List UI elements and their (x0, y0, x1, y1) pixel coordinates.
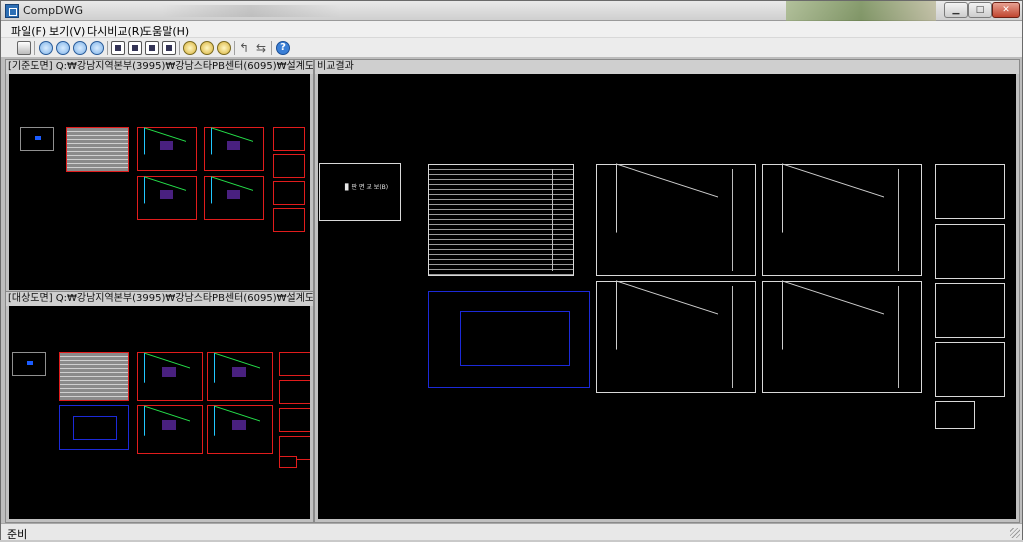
title-block (732, 169, 753, 271)
result-plan-sheet (762, 164, 922, 276)
detail-sheet (279, 408, 310, 432)
cover-mark (35, 136, 41, 140)
find-icon[interactable] (183, 41, 197, 55)
title-block (552, 169, 571, 271)
status-bar: 준비 (1, 523, 1022, 541)
cover-sheet (20, 127, 54, 151)
page-2-icon[interactable] (128, 41, 142, 55)
toolbar-separator (271, 41, 272, 55)
layout-icon[interactable] (162, 41, 176, 55)
zoom-out-icon[interactable] (56, 41, 70, 55)
comparison-result-panel: 비교결과 ▊ 판 면 교 보(B) (314, 59, 1020, 523)
plan-sheet (207, 352, 273, 401)
toolbar-separator (34, 41, 35, 55)
result-plan-sheet (596, 281, 756, 393)
menu-view[interactable]: 보기(V) (49, 23, 85, 39)
sync-icon[interactable]: ⇆ (254, 41, 268, 55)
zoom-extents-icon[interactable] (90, 41, 104, 55)
print-icon[interactable] (17, 41, 31, 55)
result-detail-sheet (935, 283, 1005, 338)
title-block (898, 286, 919, 388)
title-bar[interactable]: CompDWG ▁ □ ✕ (1, 1, 1022, 21)
help-icon[interactable]: ? (276, 41, 290, 55)
compdwg-app-icon[interactable] (5, 4, 19, 18)
result-missing-sheet (428, 291, 590, 388)
result-missing-sheet-inner (460, 311, 570, 366)
close-button[interactable]: ✕ (992, 2, 1020, 18)
plan-sheet (207, 405, 273, 454)
plan-sheet (137, 405, 203, 454)
undo-icon[interactable]: ↰ (237, 41, 251, 55)
result-cover-sheet: ▊ 판 면 교 보(B) (319, 163, 401, 221)
target-drawing-canvas[interactable] (9, 306, 310, 519)
app-window: CompDWG ▁ □ ✕ 파일(F) 보기(V) 다시비교(R) 도움말(H)… (0, 0, 1023, 541)
detail-sheet (273, 154, 305, 178)
result-detail-sheet (935, 164, 1005, 219)
detail-sheet (273, 181, 305, 205)
page-1-icon[interactable] (111, 41, 125, 55)
detail-sheet (279, 380, 310, 404)
plan-sheet (137, 127, 197, 171)
cover-sheet (12, 352, 46, 376)
toolbar-separator (179, 41, 180, 55)
resize-grip-icon[interactable] (1010, 528, 1020, 538)
title-block (732, 286, 753, 388)
target-drawing-panel: [대상도면] Q:₩강남지역본부(3995)₩강남스타PB센터(6095)₩설계… (5, 291, 314, 523)
menu-bar: 파일(F) 보기(V) 다시비교(R) 도움말(H) (1, 21, 1022, 38)
toolbar: ↰ ⇆ ? (1, 38, 1022, 58)
title-block (898, 169, 919, 271)
plan-sheet (204, 176, 264, 220)
result-plan-sheet (762, 281, 922, 393)
result-table-sheet (428, 164, 574, 276)
detail-sheet (273, 208, 305, 232)
result-plan-sheet (596, 164, 756, 276)
page-3-icon[interactable] (145, 41, 159, 55)
cover-mark (27, 361, 33, 365)
result-detail-sheet (935, 401, 975, 429)
plan-sheet (137, 176, 197, 220)
cover-sheet-label: ▊ 판 면 교 보(B) (345, 184, 389, 191)
result-detail-sheet (935, 224, 1005, 279)
missing-sheet (59, 405, 129, 450)
detail-sheet (279, 352, 310, 376)
base-drawing-canvas[interactable] (9, 74, 310, 290)
maximize-button[interactable]: □ (968, 2, 992, 18)
base-drawing-path: [기준도면] Q:₩강남지역본부(3995)₩강남스타PB센터(6095)₩설계… (6, 60, 313, 74)
table-sheet (66, 127, 129, 172)
desktop-background-strip (786, 1, 936, 21)
result-panel-title: 비교결과 (315, 60, 1019, 74)
result-detail-sheet (935, 342, 1005, 397)
minimize-button[interactable]: ▁ (944, 2, 968, 18)
result-canvas[interactable]: ▊ 판 면 교 보(B) (318, 74, 1016, 519)
target-drawing-path: [대상도면] Q:₩강남지역본부(3995)₩강남스타PB센터(6095)₩설계… (6, 292, 313, 306)
missing-sheet-inner (73, 416, 117, 440)
find-next-icon[interactable] (217, 41, 231, 55)
plan-sheet (204, 127, 264, 171)
plan-sheet (137, 352, 203, 401)
window-title: CompDWG (23, 4, 83, 17)
table-sheet (59, 352, 129, 401)
base-drawing-panel: [기준도면] Q:₩강남지역본부(3995)₩강남스타PB센터(6095)₩설계… (5, 59, 314, 294)
detail-sheet (279, 456, 297, 468)
title-bar-blur (161, 5, 341, 17)
menu-file[interactable]: 파일(F) (11, 23, 46, 39)
menu-recompare[interactable]: 다시비교(R) (87, 23, 144, 39)
detail-sheet (273, 127, 305, 151)
zoom-window-icon[interactable] (73, 41, 87, 55)
menu-help[interactable]: 도움말(H) (142, 23, 189, 39)
find-prev-icon[interactable] (200, 41, 214, 55)
zoom-in-icon[interactable] (39, 41, 53, 55)
toolbar-separator (107, 41, 108, 55)
toolbar-separator (234, 41, 235, 55)
